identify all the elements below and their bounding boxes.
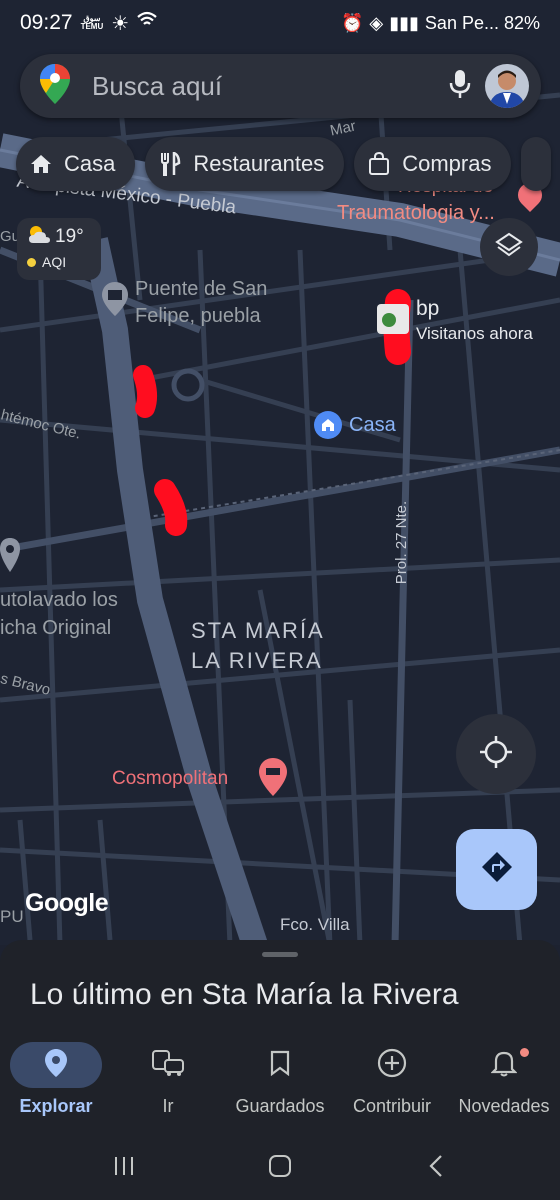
back-icon[interactable] [425, 1154, 449, 1183]
chip-label: Restaurantes [193, 151, 325, 176]
bell-icon [490, 1049, 518, 1082]
category-chips: Casa Restaurantes Compras [16, 137, 552, 191]
status-time: 09:27 [20, 11, 73, 34]
home-map-label: Casa [349, 414, 396, 436]
bp-logo-icon[interactable] [377, 304, 409, 334]
drag-handle[interactable] [262, 952, 298, 957]
directions-icon [480, 850, 514, 889]
location-icon: ◈ [369, 12, 384, 33]
nav-label: Explorar [19, 1096, 93, 1116]
bp-subtitle-label: Visitanos ahora [416, 324, 533, 343]
avatar[interactable] [485, 64, 529, 108]
carwash-marker-icon[interactable] [0, 538, 20, 572]
home-marker-icon[interactable] [314, 411, 342, 439]
notification-dot [520, 1048, 529, 1057]
status-right: ⏰ ◈ ▮▮▮ San Pe... 82% [341, 13, 540, 34]
aqi-status-dot [27, 257, 36, 267]
nav-label: Ir [162, 1096, 174, 1116]
status-right-text: San Pe... 82% [424, 12, 540, 33]
google-logo: Google [25, 889, 109, 917]
wifi-icon [137, 11, 157, 35]
layers-button[interactable] [480, 218, 538, 276]
carwash-label: utolavado los icha Original [0, 589, 118, 639]
chip-label: Compras [402, 151, 492, 176]
bridge-marker-icon[interactable] [102, 282, 128, 316]
alarm-icon: ⏰ [340, 12, 364, 33]
hotel-label: Cosmopolitan [112, 768, 229, 789]
microphone-icon[interactable] [449, 69, 471, 104]
home-icon [30, 153, 52, 175]
street-pu-label: PU [0, 907, 24, 926]
hotel-marker-icon[interactable] [259, 758, 287, 796]
nav-novedades[interactable]: Novedades [448, 1042, 560, 1117]
neighborhood-label: STA MARÍA LA RIVERA [191, 618, 325, 673]
sheet-title: Lo último en Sta María la Rivera [30, 978, 459, 1011]
nav-contribuir[interactable]: Contribuir [336, 1042, 448, 1117]
nav-label: Guardados [235, 1096, 325, 1116]
shopping-bag-icon [368, 152, 390, 176]
chip-label: Casa [64, 151, 116, 176]
chip-compras[interactable]: Compras [354, 137, 512, 191]
chip-more[interactable] [521, 137, 552, 191]
crosshair-icon [479, 735, 513, 774]
recents-icon[interactable] [112, 1154, 136, 1183]
temu-notification-icon: ﺳﻮﻕ TEMU [80, 14, 104, 31]
aqi-label: AQI [42, 254, 67, 270]
commute-icon [151, 1049, 185, 1082]
add-circle-icon [377, 1048, 407, 1083]
chip-casa[interactable]: Casa [16, 137, 136, 191]
brightness-icon: ☀ [111, 12, 130, 35]
nav-explorar[interactable]: Explorar [0, 1042, 112, 1117]
my-location-button[interactable] [456, 714, 536, 794]
restaurant-icon [159, 152, 181, 176]
search-bar[interactable]: Busca aquí [20, 54, 541, 118]
street-fco-label: Fco. Villa [280, 915, 350, 934]
bookmark-icon [269, 1050, 291, 1081]
weather-widget[interactable]: 19° AQI [17, 218, 101, 280]
signal-icon: ▮▮▮ [389, 12, 419, 33]
bottom-nav: Explorar Ir Guardados Contribuir Novedad… [0, 1042, 560, 1122]
explore-pin-icon [45, 1048, 67, 1082]
nav-ir[interactable]: Ir [112, 1042, 224, 1117]
system-navigation-bar [0, 1140, 560, 1200]
weather-temperature: 19° [55, 226, 84, 247]
maps-logo-icon [40, 63, 70, 109]
status-bar: 09:27 ﺳﻮﻕ TEMU ☀ ⏰ ◈ ▮▮▮ San Pe... 82% [0, 0, 560, 46]
nav-label: Contribuir [352, 1096, 432, 1116]
street-27-label: Prol. 27 Nte. [393, 500, 411, 585]
hospital-label: Traumatologia y... [337, 202, 495, 224]
layers-icon [495, 231, 523, 264]
chip-restaurantes[interactable]: Restaurantes [145, 137, 345, 191]
nav-label: Novedades [458, 1096, 550, 1116]
home-nav-icon[interactable] [268, 1154, 292, 1183]
search-input[interactable]: Busca aquí [92, 71, 449, 102]
bp-name-label: bp [416, 297, 440, 320]
bridge-label: Puente de San Felipe, puebla [135, 278, 268, 327]
partly-cloudy-icon [27, 224, 51, 250]
nav-guardados[interactable]: Guardados [224, 1042, 336, 1117]
directions-button[interactable] [456, 829, 537, 910]
